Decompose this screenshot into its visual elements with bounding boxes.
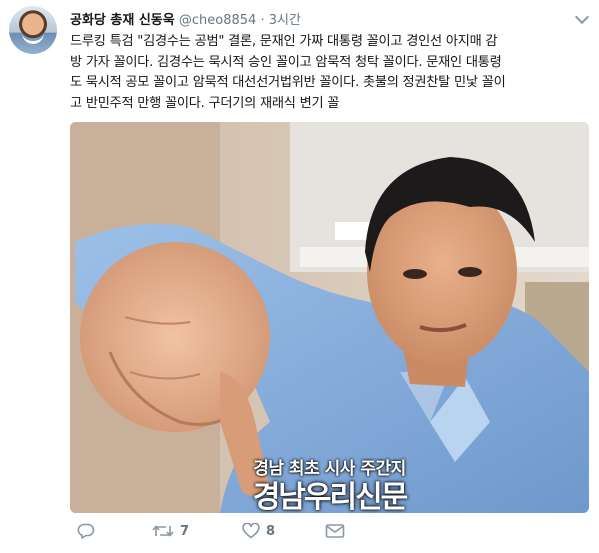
retweet-icon: [152, 525, 174, 537]
like-button[interactable]: 8: [242, 523, 275, 539]
envelope-icon: [325, 524, 345, 538]
tweet-actions: 7 8: [77, 523, 477, 545]
direct-message-button[interactable]: [325, 523, 345, 539]
watermark-title: 경남우리신문: [252, 480, 409, 513]
tweet-timestamp[interactable]: 3시간: [269, 13, 301, 28]
retweet-count: 7: [180, 523, 190, 539]
reply-icon: [77, 523, 95, 539]
tweet-text: 드루킹 특검 "김경수는 공범" 결론, 문재인 가짜 대통령 꼴이고 경인선 …: [70, 32, 585, 114]
tweet-text-line: 고 반민주적 만행 꼴이다. 구더기의 재래식 변기 꼴: [70, 95, 340, 111]
tweet-photo[interactable]: 경남 최초 시사 주간지 경남우리신문: [70, 122, 589, 513]
author-name[interactable]: 공화당 총재 신동욱: [70, 13, 175, 28]
tweet-text-line: 도 묵시적 공모 꼴이고 암묵적 대선선거법위반 꼴이다. 촛불의 정권찬탈 민…: [70, 75, 506, 90]
heart-icon: [242, 523, 260, 539]
like-count: 8: [266, 523, 276, 539]
chevron-down-icon[interactable]: [574, 9, 590, 25]
retweet-button[interactable]: 7: [152, 523, 189, 539]
header-separator: ·: [260, 13, 265, 28]
tweet-text-line: 드루킹 특검 "김경수는 공범" 결론, 문재인 가짜 대통령 꼴이고 경인선 …: [70, 34, 498, 49]
tweet[interactable]: 공화당 총재 신동욱 @cheo8854 · 3시간 드루킹 특검 "김경수는 …: [0, 0, 599, 553]
author-handle[interactable]: @cheo8854: [179, 13, 256, 28]
tweet-text-line: 방 가자 꼴이다. 김경수는 묵시적 승인 꼴이고 암묵적 청탁 꼴이다. 문재…: [70, 54, 502, 70]
avatar[interactable]: [9, 6, 57, 54]
reply-button[interactable]: [77, 523, 101, 539]
tweet-header: 공화당 총재 신동욱 @cheo8854 · 3시간: [70, 9, 301, 28]
